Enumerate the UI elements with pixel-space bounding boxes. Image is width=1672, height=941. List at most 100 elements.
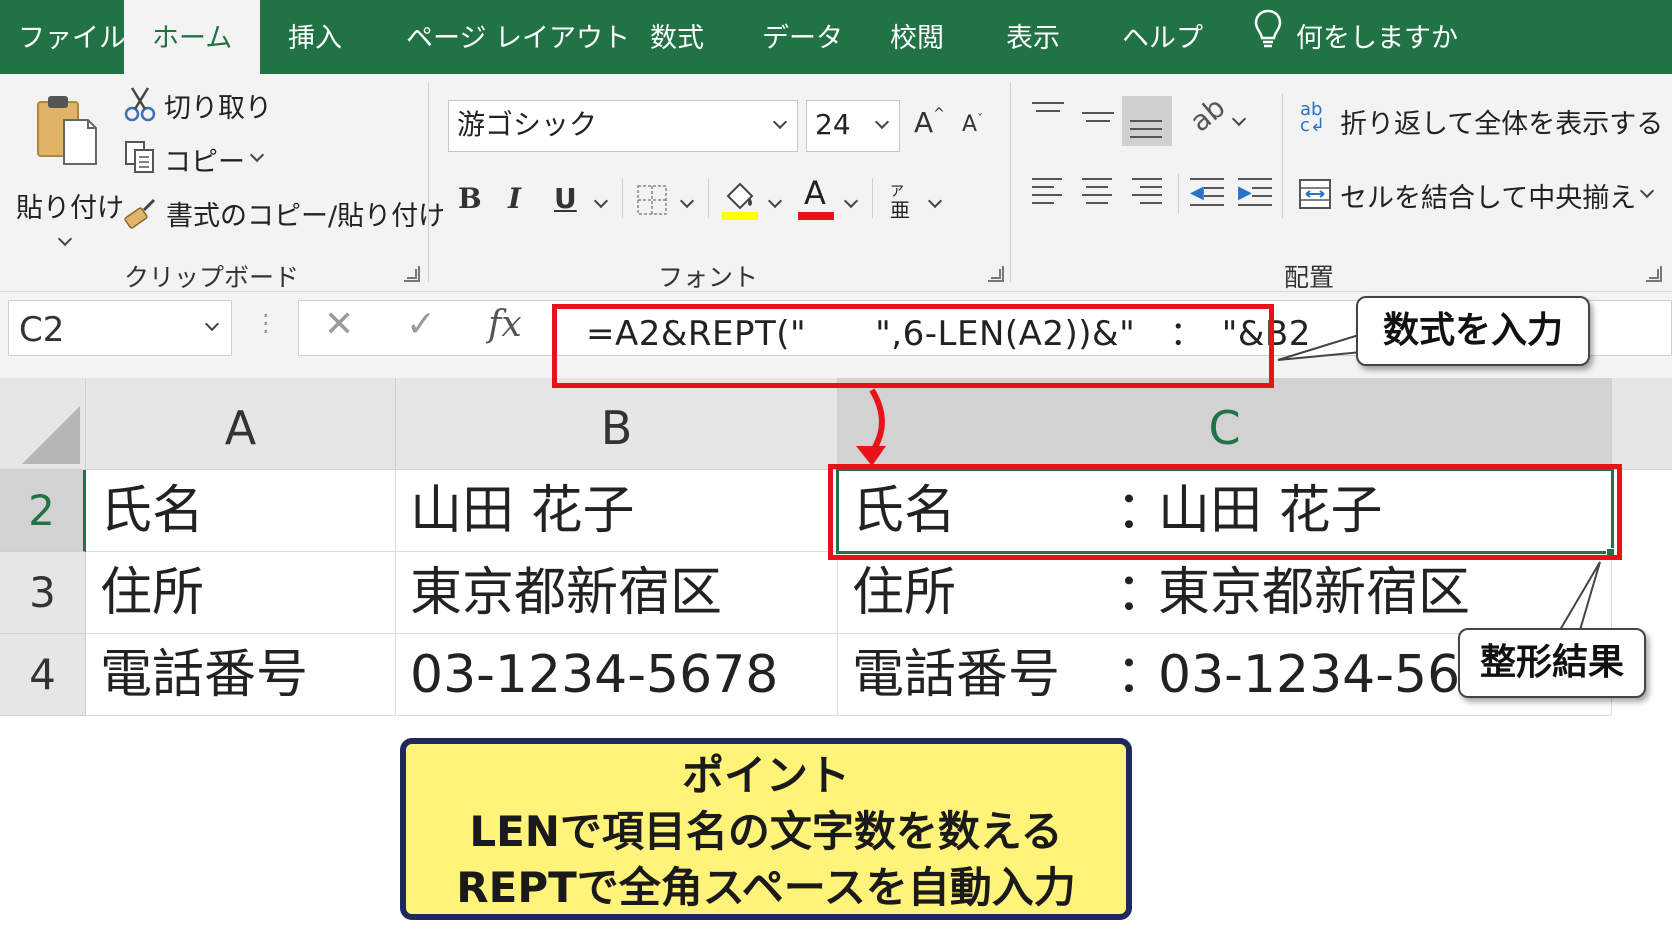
format-painter-label: 書式のコピー/貼り付け <box>166 201 446 232</box>
orientation-dropdown-icon[interactable] <box>1231 111 1247 127</box>
font-name-value: 游ゴシック <box>457 108 598 141</box>
tell-me-search[interactable]: 何をしますか <box>1254 0 1458 74</box>
alignment-launcher-icon[interactable] <box>1646 266 1662 282</box>
clipboard-group-label: クリップボード <box>124 263 300 292</box>
point-line-2: REPTで全角スペースを自動入力 <box>456 863 1076 912</box>
formula-input-callout: 数式を入力 <box>1356 296 1590 366</box>
cell-a2[interactable]: 氏名 <box>86 470 396 552</box>
insert-function-button[interactable]: fx <box>488 304 522 345</box>
formula-bar-grip-icon[interactable]: · · · <box>262 304 270 344</box>
point-line-1: LENで項目名の文字数を数える <box>469 807 1063 856</box>
tab-formulas[interactable]: 数式 <box>650 0 704 74</box>
cell-a4[interactable]: 電話番号 <box>86 634 396 716</box>
italic-button[interactable]: I <box>508 182 521 215</box>
font-color-icon: A <box>804 174 826 212</box>
tab-page-layout[interactable]: ページ レイアウト <box>406 0 630 74</box>
shrink-font-icon: A <box>962 112 978 137</box>
column-header-b[interactable]: B <box>396 378 838 470</box>
align-center-icon[interactable] <box>1082 178 1114 208</box>
tab-file[interactable]: ファイル <box>18 0 126 74</box>
tab-review[interactable]: 校閲 <box>890 0 944 74</box>
merge-center-icon <box>1298 178 1332 214</box>
font-name-select[interactable]: 游ゴシック <box>448 100 798 152</box>
cell-a3[interactable]: 住所 <box>86 552 396 634</box>
align-middle-icon[interactable] <box>1082 102 1114 132</box>
tab-help[interactable]: ヘルプ <box>1122 0 1203 74</box>
copy-label: コピー <box>164 147 245 178</box>
copy-icon <box>124 140 156 180</box>
cancel-button[interactable]: ✕ <box>324 304 354 345</box>
align-left-icon[interactable] <box>1032 178 1064 208</box>
merge-center-label: セルを結合して中央揃え <box>1340 183 1637 214</box>
column-header-d[interactable] <box>1612 378 1672 470</box>
align-top-icon[interactable] <box>1032 102 1064 132</box>
fill-color-dropdown-icon[interactable] <box>767 193 783 209</box>
phonetic-dropdown-icon[interactable] <box>927 193 943 209</box>
cell-b3[interactable]: 東京都新宿区 <box>396 552 838 634</box>
cell-c3[interactable]: 住所 ： 東京都新宿区 <box>838 552 1612 634</box>
copy-dropdown-icon <box>249 147 265 163</box>
font-size-dropdown-icon <box>874 114 890 130</box>
group-divider <box>428 82 429 282</box>
cell-c3-value: 東京都新宿区 <box>1158 563 1471 623</box>
tab-data[interactable]: データ <box>762 0 843 74</box>
tab-view[interactable]: 表示 <box>1006 0 1060 74</box>
row-header-4[interactable]: 4 <box>0 634 86 716</box>
align-bottom-icon[interactable] <box>1122 96 1172 146</box>
grow-font-button[interactable]: A^ <box>914 106 945 139</box>
cell-c4-label: 電話番号 <box>852 645 1061 705</box>
bold-button[interactable]: B <box>458 182 482 215</box>
font-size-select[interactable]: 24 <box>806 100 900 152</box>
result-callout: 整形結果 <box>1458 628 1646 698</box>
lightbulb-icon <box>1254 1 1282 79</box>
underline-button[interactable]: U <box>554 182 577 215</box>
grow-font-icon: A <box>914 106 934 139</box>
font-divider <box>708 178 709 218</box>
column-header-a[interactable]: A <box>86 378 396 470</box>
formula-highlight-box <box>552 304 1274 388</box>
borders-icon[interactable] <box>636 184 668 220</box>
increase-indent-icon[interactable]: ▶ <box>1238 178 1272 208</box>
align-divider <box>1178 174 1179 214</box>
tab-home[interactable]: ホーム <box>124 0 261 74</box>
orientation-icon[interactable]: ab <box>1183 91 1231 139</box>
borders-dropdown-icon[interactable] <box>679 193 695 209</box>
group-divider <box>1010 82 1011 282</box>
cell-b2[interactable]: 山田 花子 <box>396 470 838 552</box>
font-color-button[interactable]: A <box>798 174 834 220</box>
align-divider <box>1282 94 1283 218</box>
cell-b4[interactable]: 03-1234-5678 <box>396 634 838 716</box>
phonetic-guide-icon[interactable]: ア亜 <box>890 180 910 222</box>
shrink-font-button[interactable]: Aˇ <box>962 112 983 137</box>
row-header-3[interactable]: 3 <box>0 552 86 634</box>
tell-me-label: 何をしますか <box>1296 23 1458 54</box>
ribbon-home: 貼り付け 切り取り コピー 書式のコピー/貼り付け クリップボード 游ゴシック … <box>0 74 1672 292</box>
decrease-indent-icon[interactable]: ◀ <box>1190 178 1224 208</box>
scissors-icon <box>124 86 156 126</box>
select-all-corner[interactable] <box>0 378 86 470</box>
paste-label: 貼り付け <box>16 193 124 224</box>
wrap-text-label: 折り返して全体を表示する <box>1340 109 1664 140</box>
ribbon-tab-bar: ファイル ホーム 挿入 ページ レイアウト 数式 データ 校閲 表示 ヘルプ 何… <box>0 0 1672 74</box>
cell-c3-label: 住所 <box>852 563 957 623</box>
column-header-c[interactable]: C <box>838 378 1612 470</box>
font-color-dropdown-icon[interactable] <box>843 193 859 209</box>
font-launcher-icon[interactable] <box>988 266 1004 282</box>
name-box[interactable]: C2 <box>8 300 232 356</box>
font-group-label: フォント <box>658 263 759 292</box>
font-divider <box>622 178 623 218</box>
font-name-dropdown-icon <box>772 114 788 130</box>
alignment-group-label: 配置 <box>1284 263 1335 292</box>
row-header-2[interactable]: 2 <box>0 470 86 552</box>
phonetic-guide-label: 亜 <box>890 198 910 222</box>
tab-insert[interactable]: 挿入 <box>288 0 342 74</box>
paste-button[interactable]: 貼り付け <box>12 88 124 247</box>
point-box: ポイント LENで項目名の文字数を数える REPTで全角スペースを自動入力 <box>400 738 1132 920</box>
point-title: ポイント <box>681 751 850 800</box>
align-right-icon[interactable] <box>1132 178 1164 208</box>
clipboard-launcher-icon[interactable] <box>404 266 420 282</box>
fill-color-icon[interactable] <box>722 178 758 226</box>
enter-button[interactable]: ✓ <box>406 304 436 345</box>
underline-dropdown-icon[interactable] <box>593 193 609 209</box>
cut-label: 切り取り <box>164 93 272 124</box>
